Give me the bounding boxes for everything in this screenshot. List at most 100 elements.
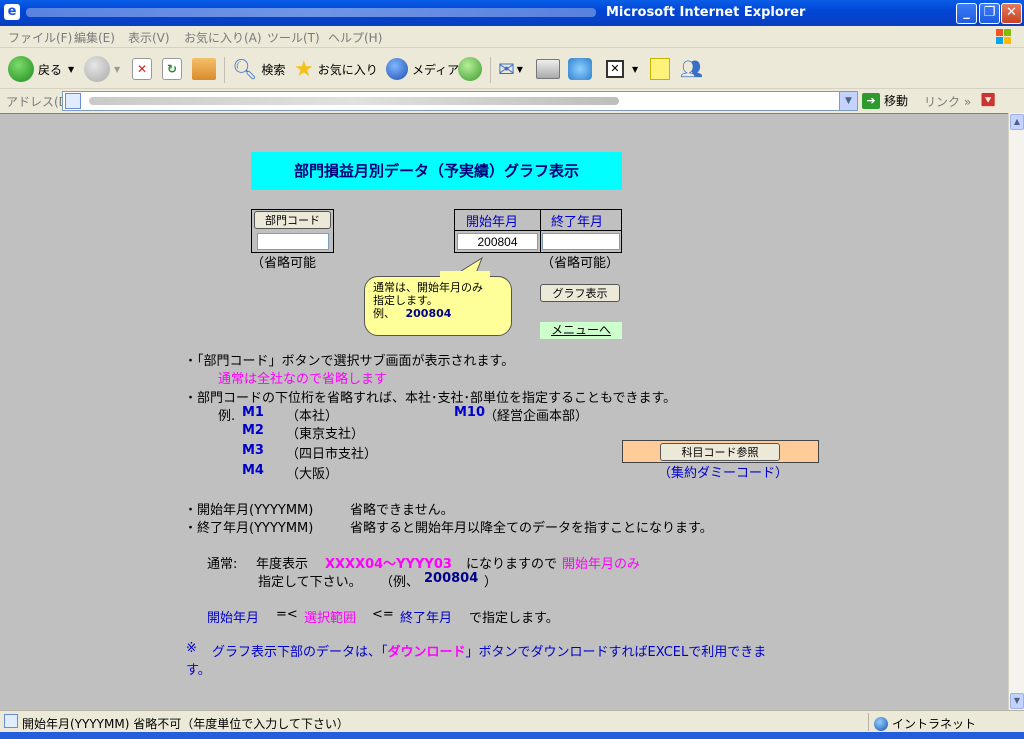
users-icon: 👥︎ — [680, 58, 703, 80]
messenger-button[interactable] — [568, 55, 592, 83]
bullet-dept-note: 通常は全社なので省略します — [218, 372, 388, 387]
blurred-url — [89, 97, 619, 105]
example-name-m1: （本社） — [286, 409, 339, 424]
maximize-button[interactable]: ❐ — [979, 3, 1000, 24]
hint-callout: 通常は、開始年月のみ 指定します。 例、 200804 — [364, 276, 512, 336]
example-name-m2: （東京支社） — [286, 427, 365, 442]
menu-edit[interactable]: 編集(E) — [74, 29, 115, 46]
download-note-tail: す。 — [186, 663, 211, 678]
example-code-m4: M4 — [242, 463, 264, 478]
close-button[interactable]: ✕ — [1001, 3, 1022, 24]
forward-arrow-icon — [84, 56, 110, 82]
media-globe-icon — [386, 58, 408, 80]
start-month-input[interactable] — [457, 233, 538, 250]
history-button[interactable] — [458, 55, 482, 83]
menu-file[interactable]: ファイル(F) — [8, 29, 72, 46]
dept-code-input[interactable] — [257, 233, 329, 250]
example-code-m3: M3 — [242, 443, 264, 458]
favorites-button[interactable]: ★ お気に入り — [294, 55, 378, 83]
range-op-1: =< — [276, 607, 298, 622]
normal-ex-close: ） — [484, 575, 498, 590]
ie-icon: e — [4, 4, 20, 20]
refresh-button[interactable]: ↻ — [162, 55, 182, 83]
go-button[interactable]: ➔ 移動 — [862, 92, 908, 109]
dept-code-button[interactable]: 部門コード — [254, 211, 331, 229]
normal-highlight: 開始年月のみ — [562, 557, 641, 572]
page-title: 部門損益月別データ（予実績）グラフ表示 — [251, 152, 622, 190]
normal-text-2: になりますので — [466, 557, 558, 572]
stop-button[interactable]: ✕ — [132, 55, 152, 83]
example-code-m2: M2 — [242, 423, 264, 438]
menu-tools[interactable]: ツール(T) — [267, 29, 320, 46]
windows-logo-icon — [996, 29, 1011, 44]
menu-help[interactable]: ヘルプ(H) — [328, 29, 382, 46]
address-bar: アドレス(D) ▼ ➔ 移動 リンク » 🔽︎ — [0, 89, 1024, 113]
stop-icon: ✕ — [132, 58, 152, 80]
range-end: 終了年月 — [400, 611, 453, 626]
mail-button[interactable]: ✉ ▼ — [498, 55, 523, 83]
page-content: 部門損益月別データ（予実績）グラフ表示 部門コード （省略可能 開始年月 終了年… — [0, 113, 1008, 710]
users-button[interactable]: 👥︎ — [680, 55, 703, 83]
example-name-m3: （四日市支社） — [286, 447, 378, 462]
back-button[interactable]: 戻る ▼ — [8, 55, 74, 83]
bullet-end-month-note: 省略すると開始年月以降全てのデータを指すことになります。 — [350, 521, 713, 536]
address-dropdown-icon[interactable]: ▼ — [839, 92, 857, 110]
page-icon — [65, 93, 81, 109]
menu-view[interactable]: 表示(V) — [128, 29, 170, 46]
search-icon: 🔍︎ — [232, 57, 258, 81]
example-code-m10: M10 — [454, 405, 486, 420]
example-name-m4: （大阪） — [286, 467, 339, 482]
start-month-header: 開始年月 — [466, 215, 519, 230]
scroll-down-icon[interactable]: ▼ — [1010, 693, 1024, 709]
toolbar: 戻る ▼ ▼ ✕ ↻ 🔍︎ 検索 ★ お気に入り メディア ✉ ▼ ✕ ▼ 👥︎ — [0, 49, 1024, 89]
subject-code-button[interactable]: 科目コード参照 — [660, 443, 780, 461]
range-tail: で指定します。 — [469, 611, 559, 626]
download-note: グラフ表示下部のデータは、「ダウンロード」ボタンでダウンロードすればEXCELで… — [212, 645, 767, 660]
taskbar — [0, 732, 1024, 739]
bullet-dept-button: ・「部門コード」ボタンで選択サブ画面が表示されます。 — [184, 354, 515, 369]
normal-ex-value: 200804 — [424, 571, 479, 586]
search-button[interactable]: 🔍︎ 検索 — [232, 55, 285, 83]
print-button[interactable] — [536, 55, 560, 83]
end-month-header: 終了年月 — [551, 215, 604, 230]
messenger-icon — [568, 58, 592, 80]
example-name-m10: （経営企画本部） — [484, 409, 589, 424]
printer-icon — [536, 59, 560, 79]
note-mark: ※ — [186, 641, 197, 656]
links-menu[interactable]: リンク » — [924, 93, 971, 110]
note-button[interactable] — [650, 55, 670, 83]
refresh-icon: ↻ — [162, 58, 182, 80]
intranet-globe-icon — [874, 716, 888, 731]
go-arrow-icon: ➔ — [862, 92, 880, 109]
history-icon — [458, 57, 482, 81]
status-page-icon — [4, 714, 18, 728]
discuss-button[interactable]: ✕ ▼ — [606, 55, 638, 83]
address-input[interactable]: ▼ — [62, 91, 858, 111]
minimize-button[interactable]: _ — [956, 3, 977, 24]
back-arrow-icon — [8, 56, 34, 82]
dept-optional-note: （省略可能 — [251, 256, 317, 271]
example-code-m1: M1 — [242, 405, 264, 420]
media-button[interactable]: メディア — [386, 55, 459, 83]
bullet-end-month: ・終了年月(YYYYMM) — [184, 521, 314, 536]
vertical-scrollbar[interactable]: ▲ ▼ — [1008, 113, 1024, 710]
note-icon — [650, 58, 670, 80]
menu-bar: ファイル(F) 編集(E) 表示(V) お気に入り(A) ツール(T) ヘルプ(… — [0, 26, 1024, 48]
forward-button[interactable]: ▼ — [84, 55, 120, 83]
normal-text-1: 年度表示 — [256, 557, 309, 572]
range-mid: 選択範囲 — [304, 611, 357, 626]
bullet-start-month-note: 省略できません。 — [350, 503, 454, 518]
menu-favorites[interactable]: お気に入り(A) — [184, 29, 262, 46]
blurred-title — [26, 8, 596, 17]
end-month-input[interactable] — [542, 233, 620, 250]
home-button[interactable] — [192, 55, 216, 83]
status-bar: 開始年月(YYYYMM) 省略不可（年度単位で入力して下さい） イントラネット — [0, 710, 1024, 732]
normal-range: XXXX04〜YYYY03 — [325, 557, 452, 572]
menu-link[interactable]: メニューへ — [540, 322, 622, 339]
graph-display-button[interactable]: グラフ表示 — [540, 284, 620, 302]
normal-line-2: 指定して下さい。 — [258, 575, 362, 590]
range-op-2: <= — [372, 607, 394, 622]
addon-icon[interactable]: 🔽︎ — [980, 93, 997, 108]
end-optional-note: （省略可能） — [541, 256, 620, 271]
scroll-up-icon[interactable]: ▲ — [1010, 114, 1024, 130]
